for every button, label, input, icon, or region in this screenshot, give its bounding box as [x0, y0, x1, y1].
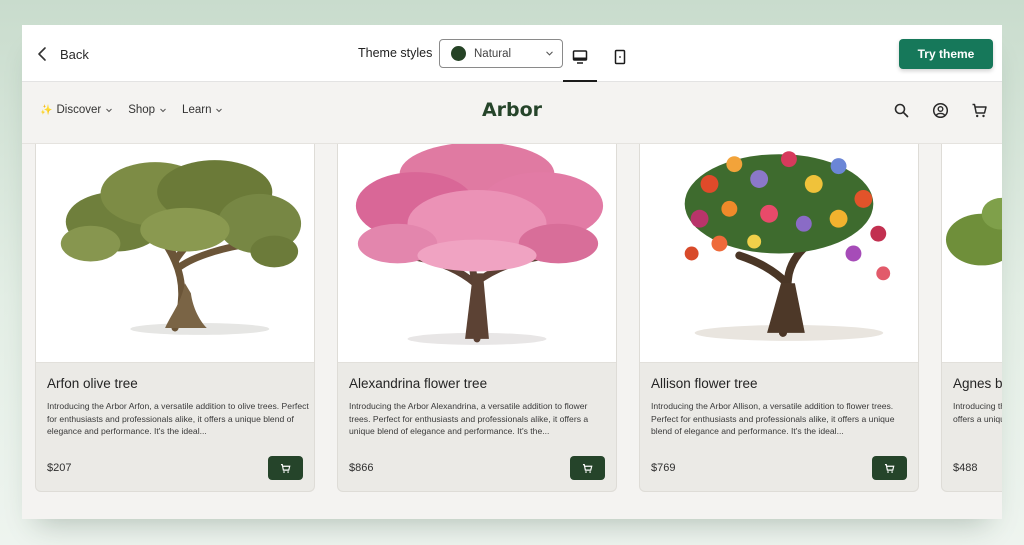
product-title[interactable]: Alexandrina flower tree	[349, 376, 487, 391]
product-price: $207	[47, 462, 72, 474]
theme-styles-label: Theme styles	[358, 46, 433, 60]
olive-tree-image	[60, 160, 302, 335]
chevron-down-icon	[106, 108, 113, 113]
product-title[interactable]: Agnes b	[953, 376, 1002, 391]
nav-shop[interactable]: Shop	[128, 104, 167, 116]
product-title[interactable]: Allison flower tree	[651, 376, 758, 391]
store-preview: ✨ Discover Shop Learn Arbor Arfon olive …	[22, 82, 1002, 519]
product-title[interactable]: Arfon olive tree	[47, 376, 138, 391]
chevron-left-icon	[38, 47, 46, 61]
nav-learn[interactable]: Learn	[182, 104, 223, 116]
desktop-view-button[interactable]	[563, 44, 597, 82]
style-swatch	[451, 46, 466, 61]
chevron-down-icon	[546, 51, 553, 56]
cart-icon	[884, 463, 895, 473]
chevron-down-icon	[160, 108, 166, 113]
product-image	[640, 144, 918, 363]
product-card[interactable]: Arfon olive tree Introducing the Arbor A…	[35, 144, 315, 492]
sparkle-icon: ✨	[40, 104, 53, 116]
nav-shop-label: Shop	[128, 104, 156, 116]
pink-blossom-tree-image	[355, 144, 604, 345]
product-image	[36, 144, 314, 363]
product-card[interactable]: Agnes b Introducing the Arbor Agnes, a v…	[941, 144, 1002, 492]
add-to-cart-button[interactable]	[570, 456, 605, 480]
cart-icon	[280, 463, 291, 473]
multicolor-flower-tree-image	[684, 151, 891, 341]
cart-icon[interactable]	[971, 102, 988, 119]
desktop-icon	[572, 50, 588, 64]
product-image	[942, 144, 1002, 363]
store-nav: ✨ Discover Shop Learn	[40, 104, 223, 116]
product-description: Introducing the Arbor Agnes, a versatile…	[953, 401, 1002, 424]
account-icon[interactable]	[932, 102, 949, 119]
store-header-icons	[893, 102, 988, 119]
cart-icon	[582, 463, 593, 473]
chevron-down-icon	[216, 108, 223, 113]
add-to-cart-button[interactable]	[268, 456, 303, 480]
mobile-view-button[interactable]	[603, 44, 637, 82]
product-image	[338, 144, 616, 363]
mobile-icon	[614, 49, 626, 65]
try-theme-button[interactable]: Try theme	[899, 39, 993, 69]
store-header: ✨ Discover Shop Learn Arbor	[22, 82, 1002, 144]
product-carousel: Arfon olive tree Introducing the Arbor A…	[35, 144, 1002, 494]
theme-preview-window: Back Theme styles Natural Try theme ✨ Di…	[22, 25, 1002, 519]
product-description: Introducing the Arbor Allison, a versati…	[651, 401, 895, 436]
nav-discover-label: Discover	[56, 104, 102, 116]
nav-learn-label: Learn	[182, 104, 212, 116]
product-price: $866	[349, 462, 374, 474]
add-to-cart-button[interactable]	[872, 456, 907, 480]
product-description: Introducing the Arbor Arfon, a versatile…	[47, 401, 309, 436]
product-price: $488	[953, 462, 978, 474]
product-card[interactable]: Alexandrina flower tree Introducing the …	[337, 144, 617, 492]
theme-style-select[interactable]: Natural	[439, 39, 563, 68]
product-description: Introducing the Arbor Alexandrina, a ver…	[349, 401, 589, 436]
product-price: $769	[651, 462, 676, 474]
store-logo-text[interactable]: Arbor	[482, 99, 542, 121]
nav-discover[interactable]: ✨ Discover	[40, 104, 113, 116]
green-tree-image	[945, 197, 1002, 266]
editor-toolbar: Back Theme styles Natural Try theme	[22, 25, 1002, 82]
back-button[interactable]: Back	[36, 43, 89, 65]
search-icon[interactable]	[893, 102, 910, 119]
product-card[interactable]: Allison flower tree Introducing the Arbo…	[639, 144, 919, 492]
theme-style-value: Natural	[474, 47, 512, 60]
back-label: Back	[60, 46, 89, 62]
